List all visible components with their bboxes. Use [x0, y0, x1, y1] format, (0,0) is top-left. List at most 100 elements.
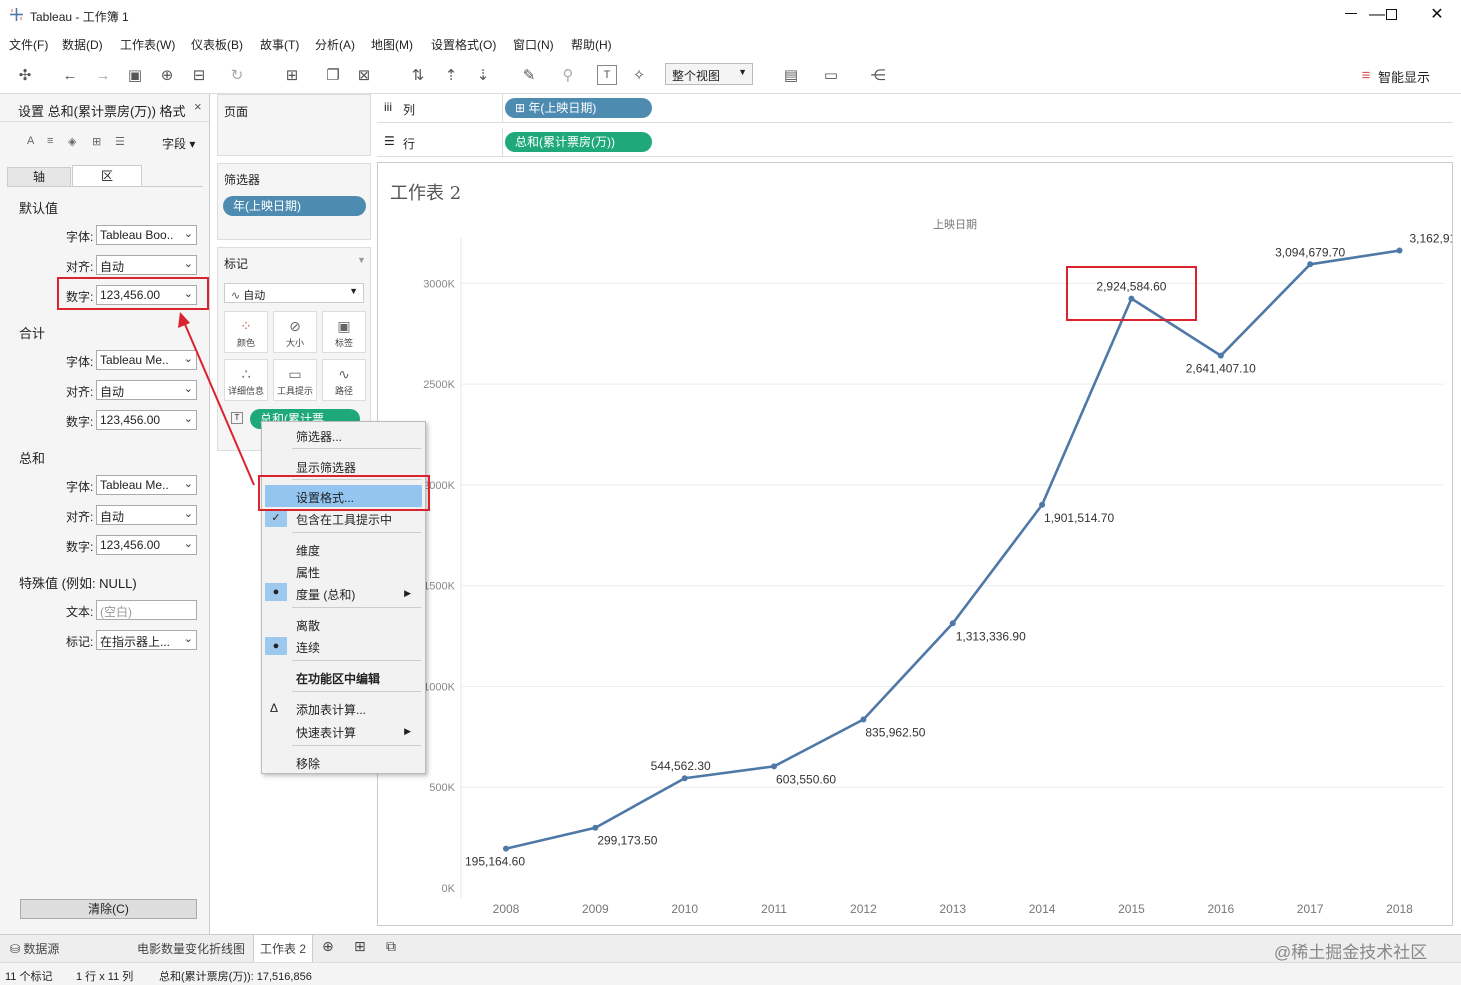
shading-format-icon[interactable]: ◈ [68, 135, 76, 148]
menu-map[interactable]: 地图(M) [371, 36, 413, 53]
default-align-select[interactable]: 自动 ⌄ [96, 255, 197, 275]
share-icon[interactable]: ⋲ [867, 64, 889, 86]
row-pill-sum[interactable]: 总和(累计票房(万)) [505, 132, 652, 152]
special-mark-select[interactable]: 在指示器上... ⌄ [96, 630, 197, 650]
filters-card[interactable]: 筛选器 年(上映日期) [217, 163, 371, 240]
presentation-mode-icon[interactable]: ▭ [820, 64, 842, 86]
show-me-button[interactable]: 智能显示 [1378, 67, 1430, 86]
label-mark-button[interactable]: ▣ 标签 [322, 311, 366, 353]
pin-icon[interactable]: ✧ [628, 64, 650, 86]
save-icon[interactable]: ▣ [124, 64, 146, 86]
close-button[interactable]: ✕ [1422, 4, 1452, 26]
y-tick-label: 1000K [423, 681, 455, 693]
undo-icon[interactable]: ← [59, 64, 81, 86]
mark-type-select[interactable]: ∿ 自动 ▼ [224, 283, 364, 303]
minimize-icon [1345, 13, 1357, 14]
tab-axis[interactable]: 轴 [7, 167, 71, 187]
new-worksheet-tab-icon[interactable]: ⊕ [322, 938, 334, 955]
grand-align-select[interactable]: 自动 ⌄ [96, 505, 197, 525]
menu-item-quick-table-calc[interactable]: 快速表计算 [296, 724, 356, 741]
tab-pane[interactable]: 区 [72, 165, 142, 187]
clear-sheet-icon[interactable]: ⊠ [353, 64, 375, 86]
menu-story[interactable]: 故事(T) [260, 36, 299, 53]
data-label: 835,962.50 [865, 726, 925, 740]
field-dropdown[interactable]: 字段 ▾ [162, 135, 195, 152]
size-mark-button[interactable]: ⊘ 大小 [273, 311, 317, 353]
borders-format-icon[interactable]: ⊞ [92, 135, 101, 148]
menu-item-edit-in-shelf[interactable]: 在功能区中编辑 [296, 670, 380, 687]
data-label: 1,313,336.90 [956, 629, 1026, 643]
menu-window[interactable]: 窗口(N) [513, 36, 554, 53]
menu-help[interactable]: 帮助(H) [571, 36, 612, 53]
window-title: Tableau - 工作簿 1 [30, 10, 129, 24]
worksheet-view: 工作表 2 上映日期 0K 500K 1000K 1500K 2000K 2500K 300… [377, 162, 1453, 926]
highlight-icon[interactable]: ✎ [518, 64, 540, 86]
alignment-format-icon[interactable]: ≡ [47, 135, 53, 147]
font-format-icon[interactable]: A [27, 135, 34, 147]
marks-menu-icon[interactable]: ▼ [357, 255, 366, 265]
path-mark-button[interactable]: ∿ 路径 [322, 359, 366, 401]
columns-shelf: iii 列 ⊞ 年(上映日期) [377, 94, 1453, 123]
duplicate-sheet-icon[interactable]: ❐ [322, 64, 344, 86]
pause-updates-icon[interactable]: ⊟ [188, 64, 210, 86]
menu-analysis[interactable]: 分析(A) [315, 36, 355, 53]
grand-font-label: 字体: [66, 480, 94, 494]
menu-item-show-filter[interactable]: 显示筛选器 [296, 459, 356, 476]
menu-file[interactable]: 文件(F) [9, 36, 48, 53]
menu-bar: 文件(F) 数据(D) 工作表(W) 仪表板(B) 故事(T) 分析(A) 地图… [0, 30, 1461, 56]
new-dashboard-tab-icon[interactable]: ⊞ [354, 938, 366, 955]
total-font-select[interactable]: Tableau Me.. ⌄ [96, 350, 197, 370]
data-label: 2,641,407.10 [1186, 362, 1256, 376]
menu-dashboard[interactable]: 仪表板(B) [191, 36, 243, 53]
close-format-panel-icon[interactable]: × [194, 99, 202, 114]
menu-worksheet[interactable]: 工作表(W) [120, 36, 175, 53]
new-datasource-icon[interactable]: ⊕ [156, 64, 178, 86]
new-story-tab-icon[interactable]: ⧉ [386, 938, 396, 955]
special-text-label: 文本: [66, 605, 94, 619]
lines-format-icon[interactable]: ☰ [115, 135, 125, 148]
swap-rows-columns-icon[interactable]: ⇅ [407, 64, 429, 86]
sort-ascending-icon[interactable]: ⇡ [440, 64, 462, 86]
grand-font-select[interactable]: Tableau Me.. ⌄ [96, 475, 197, 495]
default-font-label: 字体: [66, 230, 94, 244]
sort-descending-icon[interactable]: ⇣ [472, 64, 494, 86]
show-labels-icon[interactable]: T [597, 65, 617, 85]
menu-item-dimension[interactable]: 维度 [296, 542, 320, 559]
tableau-home-icon[interactable]: ✣ [14, 64, 36, 86]
detail-mark-button[interactable]: ∴ 详细信息 [224, 359, 268, 401]
tooltip-mark-button[interactable]: ▭ 工具提示 [273, 359, 317, 401]
show-me-icon[interactable]: ≡ [1355, 64, 1377, 86]
menu-item-add-table-calc[interactable]: 添加表计算... [296, 701, 366, 718]
column-pill-year[interactable]: ⊞ 年(上映日期) [505, 98, 652, 118]
pages-card[interactable]: 页面 [217, 94, 371, 156]
filter-pill-year[interactable]: 年(上映日期) [223, 196, 366, 216]
menu-format[interactable]: 设置格式(O) [431, 36, 496, 53]
menu-item-continuous[interactable]: 连续 [296, 639, 320, 656]
x-tick-label: 2013 [939, 902, 966, 916]
menu-data[interactable]: 数据(D) [62, 36, 103, 53]
new-worksheet-icon[interactable]: ⊞ [281, 64, 303, 86]
group-icon[interactable]: ⚲ [557, 64, 579, 86]
menu-item-measure[interactable]: 度量 (总和) [296, 586, 355, 603]
special-text-input[interactable]: (空白) [96, 600, 197, 620]
total-align-select[interactable]: 自动 ⌄ [96, 380, 197, 400]
refresh-icon[interactable]: ↻ [226, 64, 248, 86]
fit-dropdown[interactable]: 整个视图 ▼ [665, 63, 753, 85]
sheet-tab-line-chart[interactable]: 电影数量变化折线图 [137, 940, 245, 957]
sheet-tab-active[interactable]: 工作表 2 [253, 935, 314, 962]
menu-item-remove[interactable]: 移除 [296, 755, 320, 772]
menu-item-attribute[interactable]: 属性 [296, 564, 320, 581]
color-mark-button[interactable]: ⁘ 颜色 [224, 311, 268, 353]
clear-button[interactable]: 清除(C) [20, 899, 197, 919]
datasource-tab[interactable]: ⛁ 数据源 [10, 940, 59, 957]
show-cards-icon[interactable]: ▤ [780, 64, 802, 86]
line-chart: 上映日期 0K500K1000K1500K2000K2500K3000K 200… [423, 218, 1452, 916]
menu-item-filter[interactable]: 筛选器... [296, 428, 342, 445]
menu-item-include-tooltip[interactable]: 包含在工具提示中 [296, 511, 392, 528]
menu-item-discrete[interactable]: 离散 [296, 617, 320, 634]
redo-icon[interactable]: → [92, 64, 114, 86]
data-label: 3,162,919.80 [1409, 232, 1452, 246]
default-font-select[interactable]: Tableau Boo.. ⌄ [96, 225, 197, 245]
grand-number-select[interactable]: 123,456.00 ⌄ [96, 535, 197, 555]
total-number-select[interactable]: 123,456.00 ⌄ [96, 410, 197, 430]
